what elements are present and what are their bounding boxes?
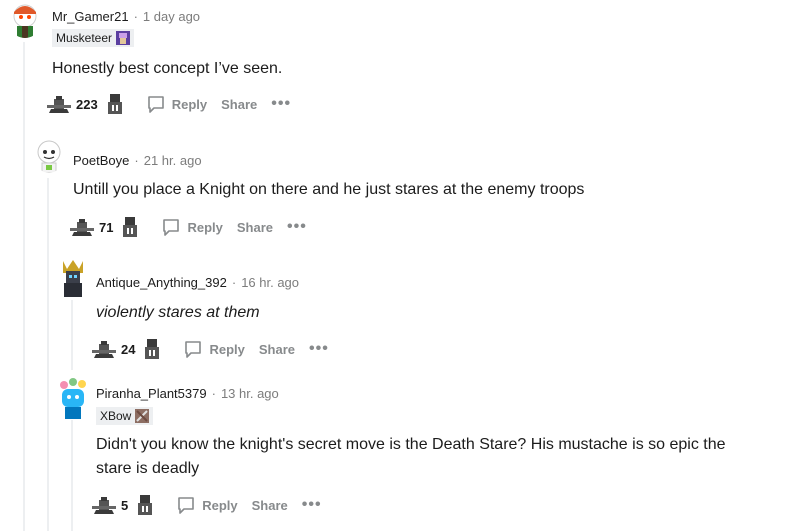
comment-mr-gamer21: Mr_Gamer21 · 1 day ago Musketeer Honestl… <box>0 0 800 125</box>
comment-actions: 5 Reply Share ••• <box>91 493 322 517</box>
reply-button[interactable]: Reply <box>146 94 207 114</box>
vote-score: 223 <box>76 96 98 112</box>
reply-button[interactable]: Reply <box>183 339 245 359</box>
reply-label: Reply <box>187 219 223 235</box>
flair-label: XBow <box>100 409 132 423</box>
reply-button[interactable]: Reply <box>161 217 223 237</box>
comment-actions: 223 Reply Share ••• <box>46 92 291 116</box>
comment-actions: 24 Reply Share ••• <box>91 337 329 361</box>
username[interactable]: Piranha_Plant5379 <box>96 386 207 401</box>
timestamp[interactable]: 21 hr. ago <box>144 153 202 168</box>
username[interactable]: PoetBoye <box>73 153 129 168</box>
comment-body: Untill you place a Knight on there and h… <box>73 181 585 198</box>
reply-label: Reply <box>202 497 238 513</box>
comment-body: Didn't you know the knight's secret move… <box>96 436 726 477</box>
more-options-button[interactable]: ••• <box>287 218 307 236</box>
knight-upvote-icon[interactable] <box>46 93 72 115</box>
share-button[interactable]: Share <box>237 220 273 235</box>
avatar[interactable] <box>8 2 42 38</box>
speech-bubble-icon <box>163 219 180 236</box>
separator-dot: · <box>211 385 216 401</box>
comment-header: Piranha_Plant5379 · 13 hr. ago <box>96 385 279 401</box>
timestamp[interactable]: 16 hr. ago <box>241 275 299 290</box>
more-options-button[interactable]: ••• <box>271 95 291 113</box>
flair-label: Musketeer <box>56 31 113 45</box>
user-avatar-icon <box>13 4 37 38</box>
separator-dot: · <box>133 8 138 24</box>
more-options-button[interactable]: ••• <box>309 340 329 358</box>
separator-dot: · <box>134 152 139 168</box>
avatar[interactable] <box>58 257 88 297</box>
avatar[interactable] <box>56 377 90 419</box>
comment-body: Honestly best concept I’ve seen. <box>52 60 283 77</box>
timestamp[interactable]: 13 hr. ago <box>221 386 279 401</box>
separator-dot: · <box>231 274 237 290</box>
comment-antique-anything-392: Antique_Anything_392 · 16 hr. ago violen… <box>0 250 800 365</box>
knight-upvote-icon[interactable] <box>91 494 117 516</box>
comment-piranha-plant5379: Piranha_Plant5379 · 13 hr. ago XBow Didn… <box>0 372 800 531</box>
username[interactable]: Mr_Gamer21 <box>52 9 129 24</box>
comment-header: Mr_Gamer21 · 1 day ago <box>52 8 200 24</box>
share-button[interactable]: Share <box>259 342 295 357</box>
share-button[interactable]: Share <box>221 97 257 112</box>
comment-header: PoetBoye · 21 hr. ago <box>73 152 202 168</box>
username[interactable]: Antique_Anything_392 <box>96 275 227 290</box>
speech-bubble-icon <box>178 497 195 514</box>
reply-label: Reply <box>171 96 208 112</box>
user-avatar-icon <box>60 378 86 419</box>
more-options-button[interactable]: ••• <box>302 496 322 514</box>
reply-label: Reply <box>209 341 245 357</box>
knight-upvote-icon[interactable] <box>69 216 95 238</box>
comment-header: Antique_Anything_392 · 16 hr. ago <box>96 274 299 290</box>
knight-downvote-icon[interactable] <box>141 337 163 361</box>
timestamp[interactable]: 1 day ago <box>143 9 200 24</box>
knight-downvote-icon[interactable] <box>119 215 141 239</box>
comment-actions: 71 Reply Share ••• <box>69 215 307 239</box>
knight-upvote-icon[interactable] <box>91 338 117 360</box>
avatar[interactable] <box>34 137 64 173</box>
comment-body: violently stares at them <box>96 304 260 321</box>
speech-bubble-icon <box>185 341 202 358</box>
vote-score: 24 <box>121 341 136 357</box>
xbow-flair-icon <box>135 409 150 423</box>
knight-downvote-icon[interactable] <box>104 92 126 116</box>
user-flair: Musketeer <box>52 29 135 47</box>
share-button[interactable]: Share <box>252 498 288 513</box>
reply-button[interactable]: Reply <box>176 495 238 515</box>
comment-poetboye: PoetBoye · 21 hr. ago Untill you place a… <box>0 125 800 245</box>
user-flair: XBow <box>96 407 154 425</box>
speech-bubble-icon <box>147 96 164 113</box>
vote-score: 71 <box>99 219 114 235</box>
musketeer-flair-icon <box>116 31 131 45</box>
vote-score: 5 <box>121 497 129 513</box>
user-avatar-icon <box>37 140 61 173</box>
knight-downvote-icon[interactable] <box>134 493 156 517</box>
user-avatar-icon <box>63 260 83 297</box>
